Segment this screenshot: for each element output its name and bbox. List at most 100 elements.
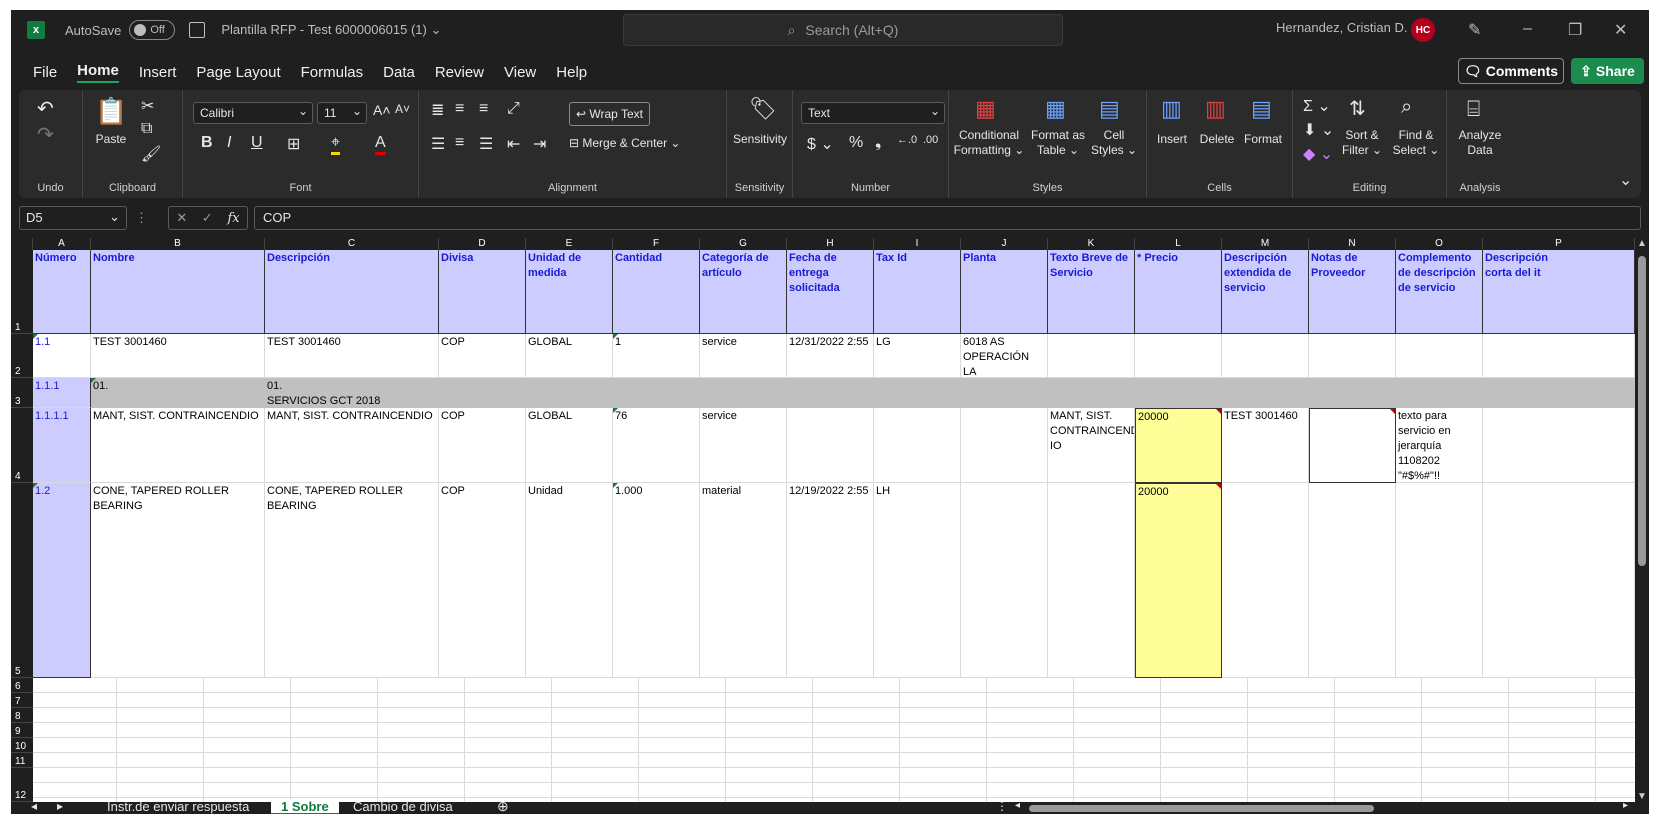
prev-sheet-icon[interactable]: ◂ <box>31 799 37 813</box>
col-header-c[interactable]: C <box>265 238 439 250</box>
delete-cells-icon[interactable]: ▥ <box>1205 96 1226 122</box>
row-header-11[interactable]: 11 <box>11 753 33 768</box>
row-header-12[interactable]: 12 <box>11 768 33 802</box>
cell-e2[interactable]: GLOBAL <box>526 334 613 378</box>
cell-h2[interactable]: 12/31/2022 2:55 <box>787 334 874 378</box>
header-cell-cantidad[interactable]: Cantidad <box>613 250 700 334</box>
cell-styles-icon[interactable]: ▤ <box>1099 96 1120 122</box>
sheet-tab-instr[interactable]: Instr.de enviar respuesta <box>97 799 259 814</box>
header-cell-notas[interactable]: Notas de Proveedor <box>1309 250 1396 334</box>
cell-k5[interactable] <box>1048 483 1135 678</box>
next-sheet-icon[interactable]: ▸ <box>57 799 63 813</box>
scroll-left-icon[interactable]: ◂ <box>1015 800 1020 811</box>
cell-m2[interactable] <box>1222 334 1309 378</box>
add-sheet-icon[interactable]: ⊕ <box>497 798 509 814</box>
cell-n5[interactable] <box>1309 483 1396 678</box>
align-center-icon[interactable]: ≡ <box>455 134 464 152</box>
col-header-e[interactable]: E <box>526 238 613 250</box>
autosum-icon[interactable]: Σ ⌄ <box>1303 96 1331 116</box>
worksheet-grid[interactable]: A B C D E F G H I J K L M N O P 1 2 3 4 … <box>11 238 1635 802</box>
tab-formulas[interactable]: Formulas <box>301 64 364 81</box>
price-cell-l4[interactable]: 20000 <box>1135 408 1222 483</box>
align-bottom-icon[interactable]: ≡ <box>479 100 488 118</box>
cell-o2[interactable] <box>1396 334 1483 378</box>
header-cell-numero[interactable]: Número <box>33 250 91 334</box>
cell-styles-button[interactable]: Cell Styles ⌄ <box>1089 128 1139 158</box>
insert-cells-icon[interactable]: ▥ <box>1161 96 1182 122</box>
cell-p5[interactable] <box>1483 483 1635 678</box>
formula-input[interactable]: COP <box>254 206 1641 230</box>
currency-icon[interactable]: $ ⌄ <box>807 134 834 154</box>
header-cell-unidad[interactable]: Unidad de medida <box>526 250 613 334</box>
user-name[interactable]: Hernandez, Cristian D. <box>1276 20 1408 35</box>
insert-function-icon[interactable]: fx <box>227 211 239 226</box>
header-cell-fecha[interactable]: Fecha de entrega solicitada <box>787 250 874 334</box>
align-right-icon[interactable]: ☰ <box>479 134 493 154</box>
col-header-b[interactable]: B <box>91 238 265 250</box>
cell-h5[interactable]: 12/19/2022 2:55 <box>787 483 874 678</box>
search-input[interactable]: ⌕ Search (Alt+Q) <box>623 14 1063 46</box>
header-cell-complemento[interactable]: Complemento de descripción de servicio <box>1396 250 1483 334</box>
autosave-toggle[interactable]: Off <box>129 20 176 40</box>
align-left-icon[interactable]: ☰ <box>431 134 445 154</box>
vertical-scroll-thumb[interactable] <box>1638 256 1646 566</box>
collapse-ribbon-icon[interactable]: ⌄ <box>1619 170 1632 190</box>
font-color-icon[interactable]: A <box>375 134 386 155</box>
cell-c3[interactable]: 01. SERVICIOS GCT 2018 <box>265 378 1635 408</box>
scroll-right-icon[interactable]: ▸ <box>1623 800 1628 811</box>
tab-page-layout[interactable]: Page Layout <box>196 64 280 81</box>
row-header-2[interactable]: 2 <box>11 334 33 378</box>
sort-filter-button[interactable]: Sort & Filter ⌄ <box>1337 128 1387 158</box>
orientation-icon[interactable]: ⤢ <box>507 100 520 118</box>
cell-c4[interactable]: MANT, SIST. CONTRAINCENDIO <box>265 408 439 483</box>
header-cell-planta[interactable]: Planta <box>961 250 1048 334</box>
col-header-m[interactable]: M <box>1222 238 1309 250</box>
cell-b2[interactable]: TEST 3001460 <box>91 334 265 378</box>
horizontal-scroll-thumb[interactable] <box>1029 805 1374 812</box>
tab-insert[interactable]: Insert <box>139 64 177 81</box>
price-cell-l5[interactable]: 20000 <box>1135 483 1222 678</box>
avatar[interactable]: HC <box>1411 18 1435 42</box>
number-format-select[interactable]: Text <box>801 101 945 124</box>
fill-icon[interactable]: ⬇ ⌄ <box>1303 120 1334 140</box>
format-cells-button[interactable]: Format <box>1241 132 1285 147</box>
row-header-3[interactable]: 3 <box>11 378 33 408</box>
name-box[interactable]: D5 <box>19 206 127 230</box>
col-header-l[interactable]: L <box>1135 238 1222 250</box>
cell-d2[interactable]: COP <box>439 334 526 378</box>
supplier-notes-cell-n4[interactable] <box>1309 408 1396 483</box>
col-header-h[interactable]: H <box>787 238 874 250</box>
cell-g2[interactable]: service <box>700 334 787 378</box>
header-cell-nombre[interactable]: Nombre <box>91 250 265 334</box>
decrease-indent-icon[interactable]: ⇤ <box>507 134 520 154</box>
share-button[interactable]: ⇪ Share <box>1571 58 1644 84</box>
header-cell-descripcion-corta[interactable]: Descripción corta del it <box>1483 250 1635 334</box>
merge-center-button[interactable]: ⊟ Merge & Center ⌄ <box>569 136 680 150</box>
col-header-o[interactable]: O <box>1396 238 1483 250</box>
cell-j4[interactable] <box>961 408 1048 483</box>
percent-icon[interactable]: % <box>849 134 863 152</box>
italic-icon[interactable]: I <box>227 134 231 152</box>
cell-f5[interactable]: 1.000 <box>613 483 700 678</box>
cell-p2[interactable] <box>1483 334 1635 378</box>
cell-i2[interactable]: LG <box>874 334 961 378</box>
cell-a5[interactable]: 1.2 <box>33 483 91 678</box>
row-header-10[interactable]: 10 <box>11 738 33 753</box>
cell-j2[interactable]: 6018 AS OPERACIÓN LA CIRA INFANTAS <box>961 334 1048 378</box>
font-size-select[interactable]: 11 <box>317 101 367 124</box>
fill-color-icon[interactable]: ⌖ <box>331 134 341 155</box>
cell-m4[interactable]: TEST 3001460 <box>1222 408 1309 483</box>
row-header-1[interactable]: 1 <box>11 250 33 334</box>
row-header-4[interactable]: 4 <box>11 408 33 483</box>
save-icon[interactable] <box>189 22 206 38</box>
header-cell-precio[interactable]: * Precio <box>1135 250 1222 334</box>
sort-filter-icon[interactable]: ⇅ <box>1349 96 1366 121</box>
scroll-down-icon[interactable]: ▼ <box>1637 791 1647 802</box>
empty-cells-area[interactable] <box>33 678 1635 802</box>
tab-file[interactable]: File <box>33 64 57 81</box>
col-header-p[interactable]: P <box>1483 238 1635 250</box>
cell-i5[interactable]: LH <box>874 483 961 678</box>
vertical-scrollbar[interactable]: ▲ ▼ <box>1635 238 1649 802</box>
cell-c2[interactable]: TEST 3001460 <box>265 334 439 378</box>
header-cell-tax-id[interactable]: Tax Id <box>874 250 961 334</box>
